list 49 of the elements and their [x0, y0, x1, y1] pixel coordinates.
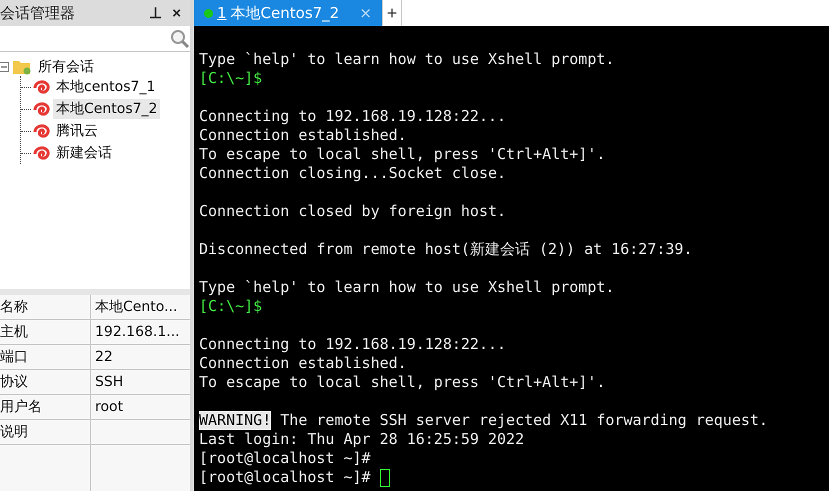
terminal-line: Last login: Thu Apr 28 16:25:59 2022 [199, 430, 524, 449]
terminal-line: Type `help' to learn how to use Xshell prompt. [199, 50, 614, 69]
terminal-line: Connection established. [199, 354, 407, 373]
tree-item[interactable]: 本地centos7_1 [53, 77, 158, 97]
collapse-icon[interactable] [0, 62, 9, 72]
terminal-line: Type `help' to learn how to use Xshell prompt. [199, 278, 614, 297]
property-value: 192.168.1... [94, 323, 181, 342]
tree-item[interactable]: 新建会话 [53, 143, 115, 163]
terminal-line: Disconnected from remote host(新建会话 (2)) at 16:27:39. [199, 240, 692, 259]
search-icon[interactable] [170, 28, 190, 48]
property-name: 主机 [0, 320, 91, 344]
tree-item[interactable]: 本地Centos7_2 [53, 99, 160, 119]
property-value: 本地Cento... [94, 298, 178, 317]
pin-button[interactable]: ⊥ [144, 4, 168, 22]
terminal-line: Connection closing...Socket close. [199, 164, 506, 183]
new-tab-button[interactable]: + [382, 0, 402, 26]
tab-title: 本地Centos7_2 [230, 4, 340, 22]
property-value: root [94, 398, 124, 417]
session-tab[interactable]: 1 本地Centos7_2 × [194, 0, 382, 26]
property-name: 用户名 [0, 395, 91, 419]
terminal-line: Connection established. [199, 126, 407, 145]
swirl-icon [33, 101, 51, 117]
tree-item[interactable]: 所有会话 [35, 57, 97, 77]
folder-icon [12, 59, 32, 75]
panel-title: 会话管理器 [0, 4, 76, 22]
property-name: 端口 [0, 345, 91, 369]
tab-number: 1 [217, 4, 227, 22]
warning-label: WARNING! [199, 411, 272, 430]
swirl-icon [33, 123, 51, 139]
text-cursor [380, 468, 390, 486]
swirl-icon [33, 145, 51, 161]
terminal-prompt: [C:\~]$ [199, 297, 262, 316]
terminal-line: Connecting to 192.168.19.128:22... [199, 107, 506, 126]
terminal-prompt: [root@localhost ~]# [199, 468, 371, 487]
terminal-line: [root@localhost ~]# [199, 449, 371, 468]
terminal-line: The remote SSH server rejected X11 forwarding request. [279, 411, 768, 430]
property-name: 协议 [0, 370, 91, 394]
property-value: 22 [94, 348, 114, 367]
terminal-line: To escape to local shell, press 'Ctrl+Alt+]'. [199, 145, 606, 164]
property-name: 说明 [0, 420, 91, 444]
terminal-line: Connecting to 192.168.19.128:22... [199, 335, 506, 354]
property-name: 名称 [0, 295, 91, 319]
swirl-icon [33, 79, 51, 95]
terminal-prompt: [C:\~]$ [199, 69, 262, 88]
property-value: SSH [94, 373, 124, 392]
tree-item[interactable]: 腾讯云 [53, 121, 101, 141]
terminal-line: Connection closed by foreign host. [199, 202, 506, 221]
terminal-line: To escape to local shell, press 'Ctrl+Alt+]'. [199, 373, 606, 392]
close-button[interactable]: × [167, 4, 186, 22]
